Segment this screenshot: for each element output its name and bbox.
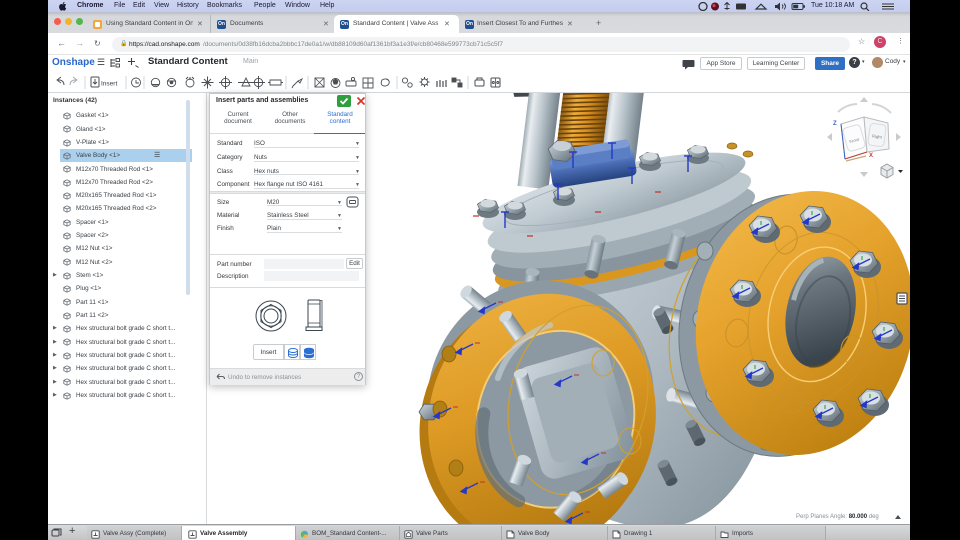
svg-text:X: X [869,153,873,159]
svg-text:Perp Planes Angle: 80.000 deg: Perp Planes Angle: 80.000 deg [796,514,879,520]
svg-text:Insert: Insert [101,81,117,88]
svg-text:Z: Z [833,121,837,127]
